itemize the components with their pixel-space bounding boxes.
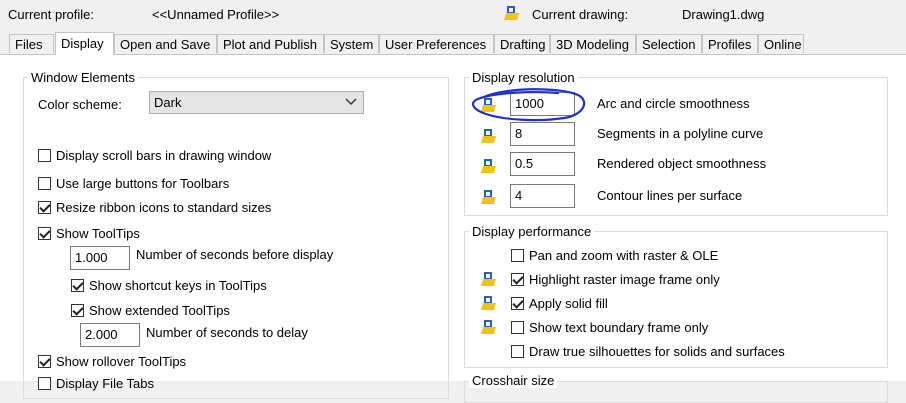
tab-system[interactable]: System xyxy=(324,34,379,53)
contour-lines-input[interactable]: 4 xyxy=(510,184,575,208)
scroll-bars-checkbox-row[interactable]: Display scroll bars in drawing window xyxy=(38,146,271,164)
drawing-saved-icon xyxy=(481,159,496,173)
current-profile-label: Current profile: xyxy=(8,7,94,22)
contour-lines-label: Contour lines per surface xyxy=(597,188,743,203)
extended-tooltips-checkbox-row[interactable]: Show extended ToolTips xyxy=(71,301,230,319)
text-boundary-checkbox-row[interactable]: Show text boundary frame only xyxy=(511,318,708,336)
crosshair-size-title: Crosshair size xyxy=(469,373,558,388)
shortcut-keys-label: Show shortcut keys in ToolTips xyxy=(89,277,267,293)
resize-ribbon-label: Resize ribbon icons to standard sizes xyxy=(56,199,272,215)
shortcut-keys-checkbox[interactable] xyxy=(71,278,84,292)
drawing-saved-icon xyxy=(481,190,496,204)
text-boundary-checkbox[interactable] xyxy=(511,320,524,334)
true-silhouettes-checkbox-row[interactable]: Draw true silhouettes for solids and sur… xyxy=(511,342,785,360)
polyline-segments-label: Segments in a polyline curve xyxy=(597,126,764,141)
seconds-to-delay-input[interactable]: 2.000 xyxy=(80,323,140,347)
large-buttons-checkbox-row[interactable]: Use large buttons for Toolbars xyxy=(38,174,229,192)
highlight-raster-checkbox-row[interactable]: Highlight raster image frame only xyxy=(511,270,720,288)
file-tabs-checkbox[interactable] xyxy=(38,376,51,390)
current-drawing-label: Current drawing: xyxy=(532,7,629,22)
annotation-circle xyxy=(471,88,586,122)
drawing-saved-icon xyxy=(481,296,496,310)
resize-ribbon-checkbox[interactable] xyxy=(38,200,51,214)
chevron-down-icon xyxy=(345,98,357,105)
current-profile-value: <<Unnamed Profile>> xyxy=(152,7,280,22)
display-tab-panel: Window Elements Color scheme: Dark Displ… xyxy=(0,54,906,403)
highlight-raster-checkbox[interactable] xyxy=(511,272,524,286)
true-silhouettes-label: Draw true silhouettes for solids and sur… xyxy=(529,343,785,359)
pan-zoom-raster-checkbox[interactable] xyxy=(511,248,524,262)
color-scheme-label: Color scheme: xyxy=(38,97,122,112)
drawing-saved-icon xyxy=(481,320,496,334)
resize-ribbon-checkbox-row[interactable]: Resize ribbon icons to standard sizes xyxy=(38,198,271,216)
large-buttons-label: Use large buttons for Toolbars xyxy=(56,175,230,191)
show-tooltips-label: Show ToolTips xyxy=(56,225,140,241)
polyline-segments-input[interactable]: 8 xyxy=(510,122,575,146)
rollover-tooltips-label: Show rollover ToolTips xyxy=(56,353,187,369)
pan-zoom-raster-label: Pan and zoom with raster & OLE xyxy=(529,247,719,263)
file-tabs-checkbox-row[interactable]: Display File Tabs xyxy=(38,374,154,392)
drawing-saved-icon xyxy=(481,272,496,286)
color-scheme-select[interactable]: Dark xyxy=(149,91,364,114)
file-tabs-label: Display File Tabs xyxy=(56,375,155,391)
scroll-bars-checkbox[interactable] xyxy=(38,148,51,162)
extended-tooltips-label: Show extended ToolTips xyxy=(89,302,230,318)
tab-display[interactable]: Display xyxy=(55,32,114,55)
tab-drafting[interactable]: Drafting xyxy=(494,34,550,53)
current-drawing-value: Drawing1.dwg xyxy=(682,7,765,22)
seconds-before-display-input[interactable]: 1.000 xyxy=(70,246,130,270)
scroll-bars-label: Display scroll bars in drawing window xyxy=(56,147,272,163)
color-scheme-value: Dark xyxy=(154,95,182,110)
tab-selection[interactable]: Selection xyxy=(636,34,702,53)
seconds-before-display-label: Number of seconds before display xyxy=(136,247,334,262)
tab-user-preferences[interactable]: User Preferences xyxy=(379,34,494,53)
rollover-tooltips-checkbox-row[interactable]: Show rollover ToolTips xyxy=(38,352,186,370)
rendered-smoothness-input[interactable]: 0.5 xyxy=(510,152,575,176)
options-tabstrip: Files Display Open and Save Plot and Pub… xyxy=(0,32,906,55)
pan-zoom-raster-checkbox-row[interactable]: Pan and zoom with raster & OLE xyxy=(511,246,718,264)
extended-tooltips-checkbox[interactable] xyxy=(71,303,84,317)
arc-circle-smoothness-label: Arc and circle smoothness xyxy=(597,96,750,111)
tab-profiles[interactable]: Profiles xyxy=(702,34,758,53)
apply-solid-fill-checkbox[interactable] xyxy=(511,296,524,310)
show-tooltips-checkbox-row[interactable]: Show ToolTips xyxy=(38,224,140,242)
seconds-to-delay-label: Number of seconds to delay xyxy=(146,325,308,340)
window-elements-title: Window Elements xyxy=(28,70,139,85)
tab-online[interactable]: Online xyxy=(758,34,804,53)
shortcut-keys-checkbox-row[interactable]: Show shortcut keys in ToolTips xyxy=(71,276,267,294)
apply-solid-fill-label: Apply solid fill xyxy=(529,295,608,311)
drawing-saved-icon xyxy=(504,6,519,20)
tab-3d-modeling[interactable]: 3D Modeling xyxy=(550,34,636,53)
tab-open-and-save[interactable]: Open and Save xyxy=(114,34,217,53)
tab-files[interactable]: Files xyxy=(9,34,54,53)
large-buttons-checkbox[interactable] xyxy=(38,176,51,190)
text-boundary-label: Show text boundary frame only xyxy=(529,319,709,335)
true-silhouettes-checkbox[interactable] xyxy=(511,344,524,358)
drawing-saved-icon xyxy=(481,129,496,143)
apply-solid-fill-checkbox-row[interactable]: Apply solid fill xyxy=(511,294,608,312)
rollover-tooltips-checkbox[interactable] xyxy=(38,354,51,368)
highlight-raster-label: Highlight raster image frame only xyxy=(529,271,720,287)
rendered-smoothness-label: Rendered object smoothness xyxy=(597,156,767,171)
display-performance-title: Display performance xyxy=(469,224,595,239)
show-tooltips-checkbox[interactable] xyxy=(38,226,51,240)
tab-plot-and-publish[interactable]: Plot and Publish xyxy=(217,34,324,53)
